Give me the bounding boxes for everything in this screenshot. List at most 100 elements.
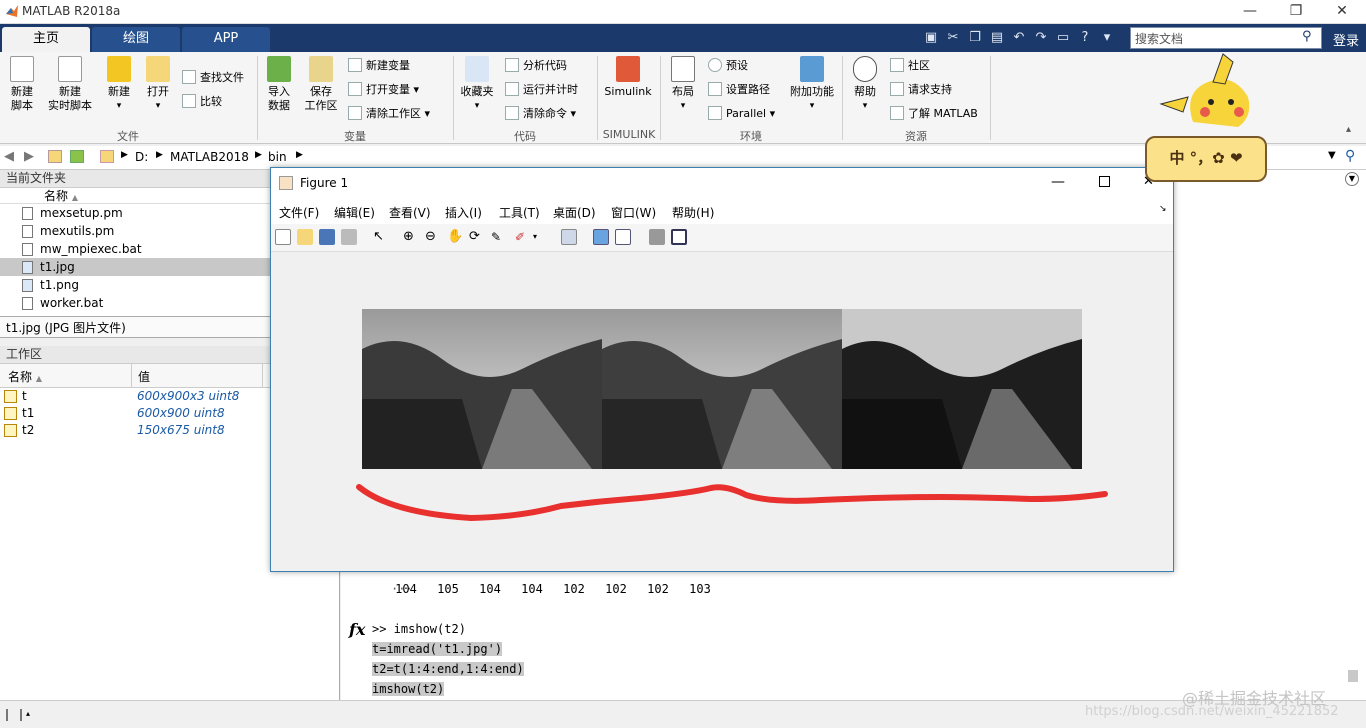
path-folder-matlab[interactable]: MATLAB2018 [170, 150, 249, 164]
find-files-button[interactable]: 查找文件 [182, 68, 244, 88]
login-button[interactable]: 登录 [1333, 30, 1359, 49]
switch-windows-icon[interactable]: ▭ [1052, 27, 1074, 49]
brush-icon[interactable]: ✐ [515, 229, 531, 245]
tab-home[interactable]: 主页 [2, 27, 90, 52]
menu-window[interactable]: 窗口(W) [611, 204, 656, 221]
edit-plot-arrow-icon[interactable]: ↖ [373, 229, 389, 245]
show-plot-tools-icon[interactable] [671, 229, 687, 245]
up-folder-icon[interactable] [48, 150, 62, 163]
tab-plots[interactable]: 绘图 [92, 27, 180, 52]
redo-icon[interactable]: ↷ [1030, 27, 1052, 49]
scrollbar-thumb[interactable] [1348, 670, 1358, 682]
dock-arrow-icon[interactable]: ↘ [1159, 204, 1167, 214]
new-variable-button[interactable]: 新建变量 [348, 56, 410, 76]
command-input-line[interactable]: imshow(t2) [372, 682, 445, 696]
variable-name: t2 [22, 423, 35, 437]
community-button[interactable]: 社区 [890, 56, 930, 76]
zoom-in-icon[interactable]: ⊕ [403, 229, 419, 245]
minimize-button[interactable]: — [1227, 0, 1273, 24]
open-label: 打开 [147, 85, 169, 98]
command-window-actions-icon[interactable]: ▼ [1345, 172, 1359, 186]
save-figure-icon[interactable] [319, 229, 335, 245]
chevron-down-icon[interactable]: ▾ [1096, 27, 1118, 49]
path-folder-bin[interactable]: bin [268, 150, 287, 164]
colorbar-icon[interactable] [593, 229, 609, 245]
compare-button[interactable]: 比较 [182, 92, 222, 112]
ime-status[interactable]: 中 °，✿ ❤ [1145, 136, 1267, 182]
variable-name: t1 [22, 406, 35, 420]
command-input-line[interactable]: t=imread('t1.jpg') [372, 642, 503, 656]
menu-tools[interactable]: 工具(T) [499, 204, 540, 221]
import-data-button[interactable]: 导入 数据 [263, 56, 295, 113]
open-file-icon[interactable] [297, 229, 313, 245]
menu-file[interactable]: 文件(F) [279, 204, 319, 221]
copy-icon[interactable]: ❐ [964, 27, 986, 49]
search-icon[interactable]: ⚲ [1302, 29, 1312, 44]
menu-view[interactable]: 查看(V) [389, 204, 431, 221]
undo-icon[interactable]: ↶ [1008, 27, 1030, 49]
help-button[interactable]: 帮助 ▾ [850, 56, 880, 113]
clear-workspace-button[interactable]: 清除工作区 ▾ [348, 104, 430, 124]
link-plot-icon[interactable] [561, 229, 577, 245]
favorites-button[interactable]: 收藏夹 ▾ [458, 56, 496, 113]
legend-icon[interactable] [615, 229, 631, 245]
group-label-resources: 资源 [905, 130, 927, 143]
save-workspace-button[interactable]: 保存 工作区 [300, 56, 342, 113]
simulink-icon [616, 56, 640, 82]
new-script-button[interactable]: 新建 脚本 [6, 56, 38, 113]
browse-folder-icon[interactable] [70, 150, 84, 163]
address-dropdown-icon[interactable]: ▼ [1328, 150, 1336, 161]
menu-edit[interactable]: 编辑(E) [334, 204, 375, 221]
new-button[interactable]: 新建 ▾ [103, 56, 135, 113]
paste-icon[interactable]: ▤ [986, 27, 1008, 49]
figure-maximize-button[interactable] [1099, 176, 1110, 187]
status-indicator-icon[interactable] [6, 709, 22, 721]
menu-desktop[interactable]: 桌面(D) [553, 204, 596, 221]
learn-matlab-button[interactable]: 了解 MATLAB [890, 104, 978, 124]
menu-insert[interactable]: 插入(I) [445, 204, 482, 221]
column-header-name[interactable]: 名称 ▲ [8, 368, 42, 385]
function-browser-icon[interactable]: fx [349, 620, 365, 639]
maximize-button[interactable]: ❐ [1273, 0, 1319, 24]
back-icon[interactable]: ◀ [4, 149, 14, 164]
hide-plot-tools-icon[interactable] [649, 229, 665, 245]
layout-button[interactable]: 布局 ▾ [667, 56, 699, 113]
brush-dropdown-icon[interactable]: ▾ [533, 229, 549, 245]
rotate-3d-icon[interactable]: ⟳ [469, 229, 485, 245]
data-cursor-icon[interactable]: ✎ [491, 229, 507, 245]
close-button[interactable]: ✕ [1319, 0, 1365, 24]
help-icon[interactable]: ? [1074, 27, 1096, 49]
command-input-line[interactable]: t2=t(1:4:end,1:4:end) [372, 662, 524, 676]
set-path-button[interactable]: 设置路径 [708, 80, 770, 100]
run-and-time-button[interactable]: 运行并计时 [505, 80, 578, 100]
request-support-button[interactable]: 请求支持 [890, 80, 952, 100]
cut-icon[interactable]: ✂ [942, 27, 964, 49]
simulink-button[interactable]: Simulink [603, 56, 653, 99]
ime-toolbar[interactable]: 中 °，✿ ❤ [1143, 52, 1269, 184]
column-header-value[interactable]: 值 [138, 368, 150, 385]
print-icon[interactable] [341, 229, 357, 245]
figure-minimize-button[interactable]: — [1051, 174, 1065, 190]
save-icon[interactable]: ▣ [920, 27, 942, 49]
collapse-ribbon-icon[interactable]: ▴ [1346, 124, 1351, 135]
add-ons-button[interactable]: 附加功能 ▾ [788, 56, 836, 113]
pan-hand-icon[interactable]: ✋ [447, 229, 463, 245]
menu-help[interactable]: 帮助(H) [672, 204, 714, 221]
tab-apps[interactable]: APP [182, 27, 270, 52]
open-variable-button[interactable]: 打开变量 ▾ [348, 80, 419, 100]
new-figure-icon[interactable] [275, 229, 291, 245]
open-button[interactable]: 打开 ▾ [142, 56, 174, 113]
zoom-out-icon[interactable]: ⊖ [425, 229, 441, 245]
path-separator-icon: ▶ [156, 150, 163, 160]
status-dropdown-icon[interactable]: ▴ [26, 709, 30, 718]
analyze-code-button[interactable]: 分析代码 [505, 56, 567, 76]
path-drive[interactable]: D: [135, 150, 148, 164]
preferences-button[interactable]: 预设 [708, 56, 748, 76]
clear-commands-button[interactable]: 清除命令 ▾ [505, 104, 576, 124]
new-live-script-button[interactable]: 新建 实时脚本 [44, 56, 96, 113]
forward-icon[interactable]: ▶ [24, 149, 34, 164]
compare-label: 比较 [200, 95, 222, 108]
search-icon[interactable]: ⚲ [1345, 148, 1355, 164]
search-documentation-input[interactable]: 搜索文档 [1130, 27, 1322, 49]
parallel-button[interactable]: Parallel ▾ [708, 104, 775, 124]
